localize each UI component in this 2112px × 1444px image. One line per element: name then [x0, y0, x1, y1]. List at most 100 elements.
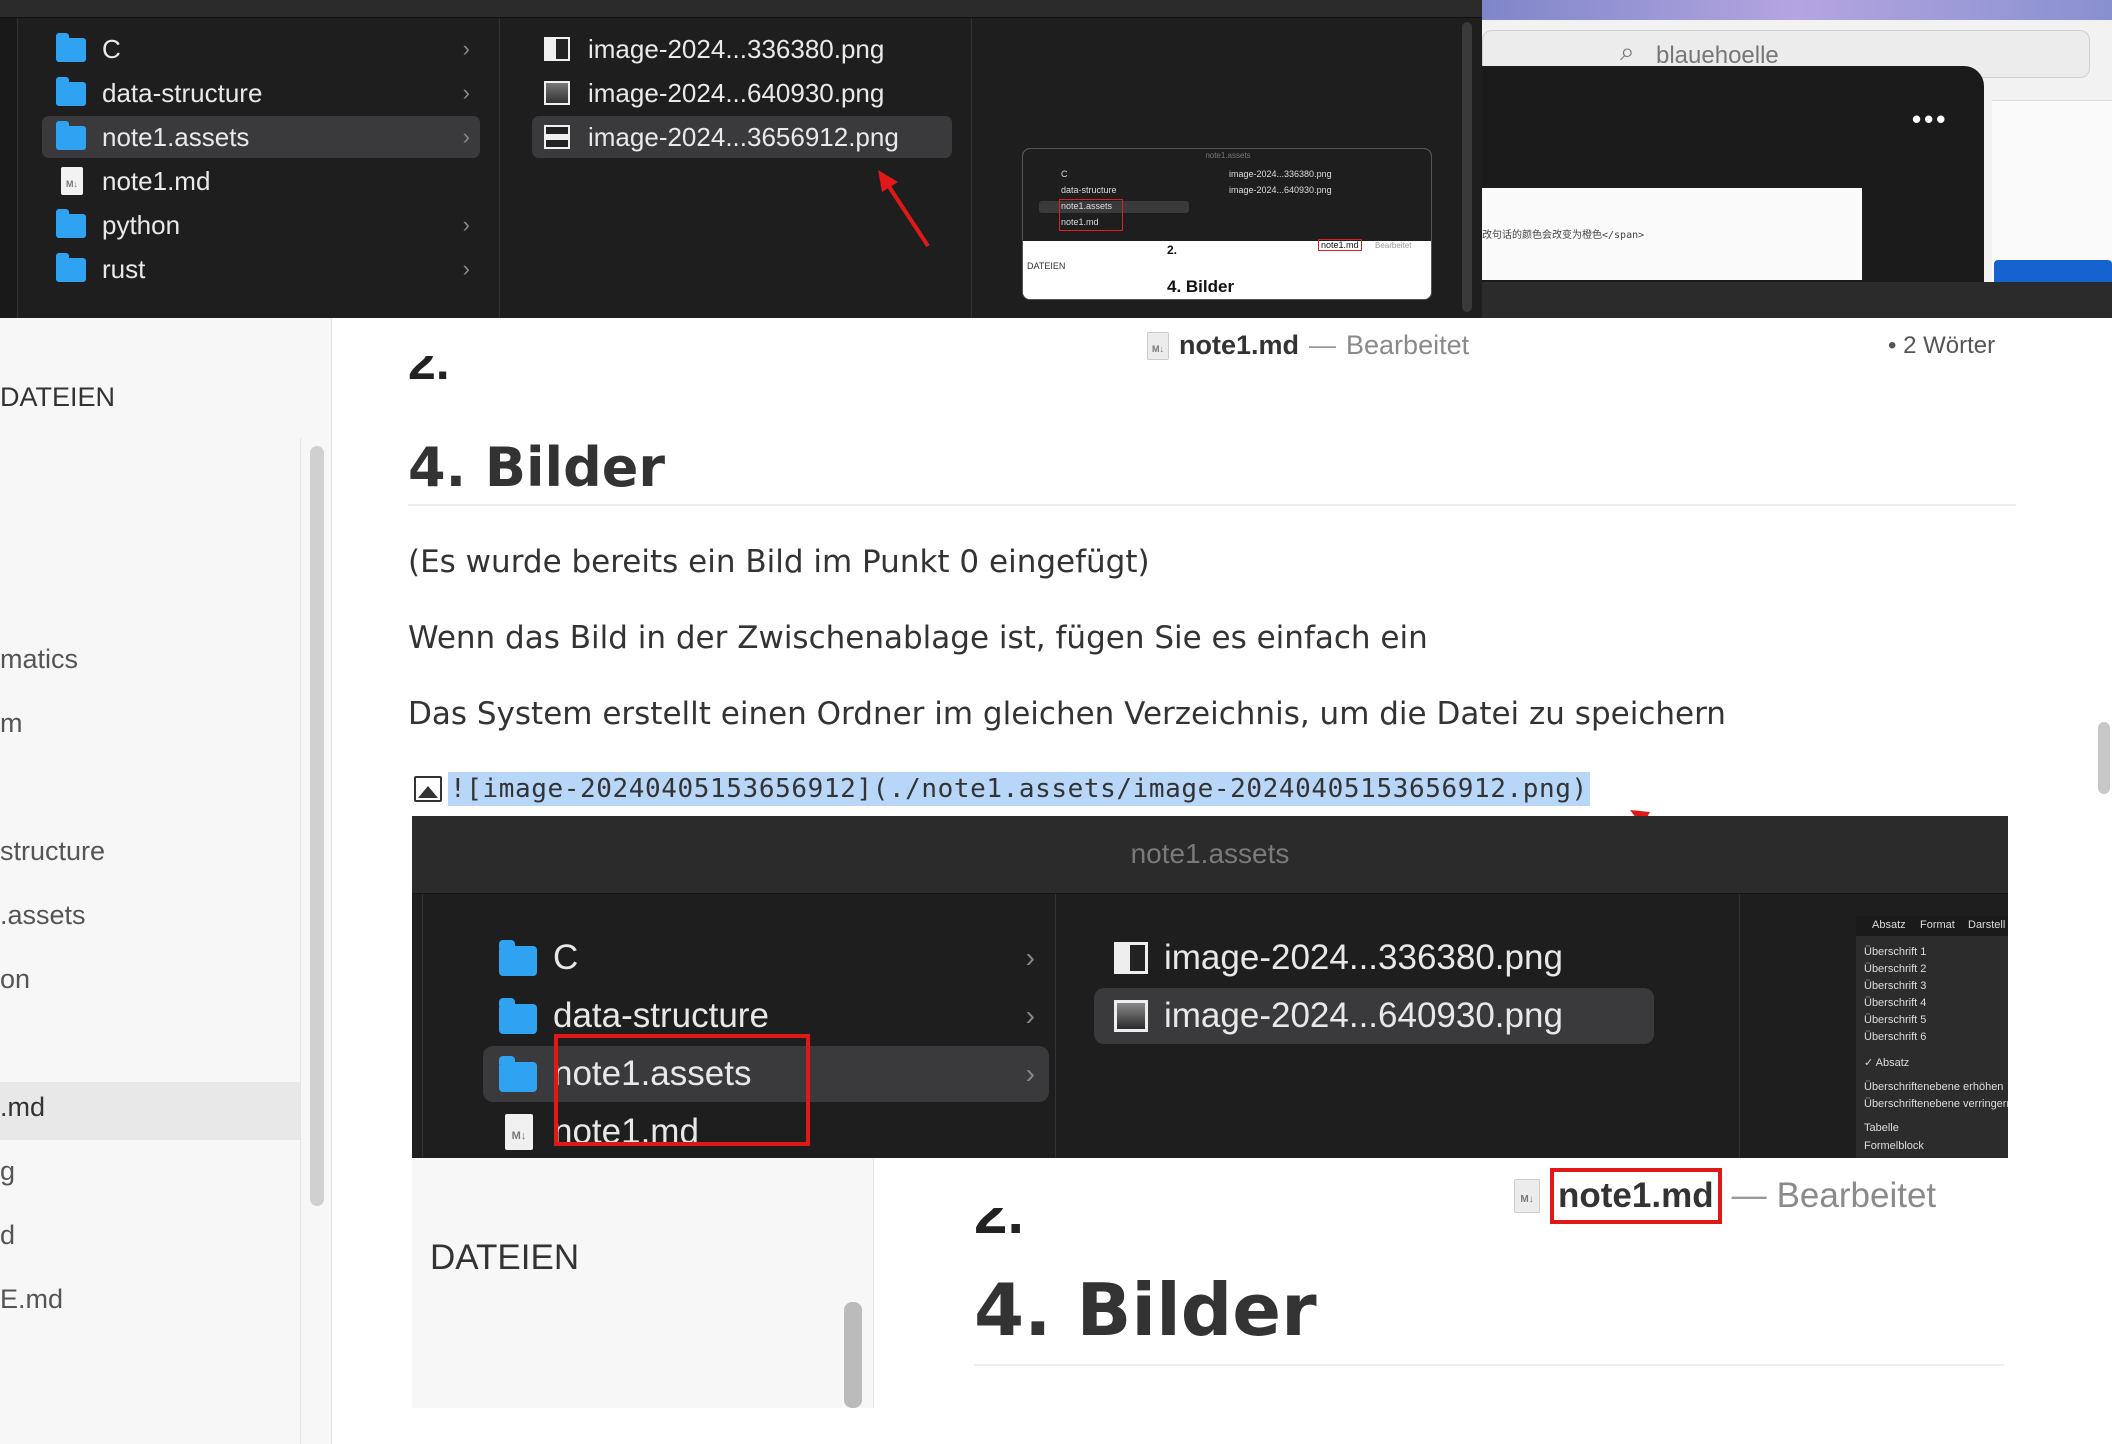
image-icon — [414, 776, 442, 802]
sidebar-item[interactable]: m — [0, 708, 23, 739]
sidebar-scrollbar[interactable] — [310, 446, 324, 1206]
finder-column-files: image-2024...336380.png image-2024...640… — [510, 18, 972, 318]
folder-icon — [499, 940, 539, 976]
finder-row-label: note1.assets — [102, 121, 250, 152]
files-sidebar: DATEIEN matics m structure .assets on .m… — [0, 318, 332, 1444]
folder-icon — [56, 77, 88, 107]
finder-row-c[interactable]: C › — [42, 28, 480, 70]
menu-tab: Format — [1920, 919, 1955, 931]
heading-rule — [408, 504, 2016, 506]
embedded-doc-name: note1.md — [1550, 1168, 1722, 1224]
embedded-heading-partial: 2. — [974, 1208, 1054, 1234]
finder-sidebar-edge — [0, 18, 18, 318]
image-file-icon — [542, 35, 574, 63]
finder-window: C › data-structure › note1.assets › M↓ n… — [0, 0, 1482, 318]
embedded-file-row: image-2024...336380.png — [1094, 930, 1654, 986]
markdown-file-icon: M↓ — [1147, 331, 1169, 360]
folder-icon — [499, 998, 539, 1034]
menu-item: Tabelle — [1864, 1122, 1899, 1134]
folder-icon — [56, 253, 88, 283]
embedded-heading-rule — [974, 1364, 2004, 1366]
finder-file-row-selected[interactable]: image-2024...3656912.png — [532, 116, 952, 158]
sidebar-title: DATEIEN — [0, 382, 116, 412]
embedded-scrollbar — [844, 1302, 862, 1408]
embedded-heading: 4. Bilder — [974, 1268, 1317, 1352]
embedded-context-menu: Absatz Format Darstell Überschrift 1 Übe… — [1856, 916, 2008, 1158]
menu-item: Überschriftenebene erhöhen — [1864, 1081, 2004, 1093]
finder-row-python[interactable]: python › — [42, 204, 480, 246]
sidebar-item[interactable]: d — [0, 1220, 15, 1251]
code-snippet: 改句话的颜色会改变为橙色</span> — [1482, 230, 1645, 241]
word-count[interactable]: • 2 Wörter — [1888, 332, 1995, 360]
heading-partial: 2. — [408, 356, 450, 386]
sidebar-item-active[interactable]: .md — [0, 1092, 45, 1123]
preview-heading-cut: 2. — [1167, 243, 1178, 257]
embedded-row-label: C — [553, 938, 579, 977]
image-file-icon — [1110, 940, 1150, 976]
sidebar-item[interactable]: g — [0, 1156, 15, 1187]
chevron-right-icon: › — [462, 80, 470, 105]
menu-tab: Darstell — [1968, 919, 2006, 931]
background-window: ⌕ blauehoelle ••• 改句话的颜色会改变为橙色</span> — [1482, 0, 2112, 318]
editor-header: M↓ note1.md — Bearbeitet • 2 Wörter — [333, 318, 2112, 376]
embedded-row: C › — [483, 930, 1049, 986]
chevron-right-icon: › — [462, 124, 470, 149]
menu-item: Überschrift 6 — [1864, 1031, 1927, 1043]
embedded-screenshot: note1.assets C › data-structure › note1.… — [412, 816, 2008, 1444]
chevron-right-icon: › — [462, 256, 470, 281]
menu-item: Überschrift 5 — [1864, 1014, 1927, 1026]
finder-row-note1-md[interactable]: M↓ note1.md — [42, 160, 480, 202]
image-markdown-line[interactable]: ![image-20240405153656912](./note1.asset… — [414, 772, 1590, 806]
markdown-file-icon: M↓ — [56, 167, 88, 195]
editor-scrollbar[interactable] — [2098, 722, 2110, 794]
document-name: note1.md — [1179, 330, 1300, 360]
image-file-icon — [542, 123, 574, 151]
finder-row-data-structure[interactable]: data-structure › — [42, 72, 480, 114]
document-title: M↓ note1.md — Bearbeitet — [1147, 330, 1469, 361]
preview-row: C — [1061, 169, 1068, 179]
markdown-file-icon: M↓ — [1514, 1179, 1540, 1213]
sidebar-item[interactable]: .assets — [0, 900, 86, 931]
sidebar-item[interactable]: matics — [0, 644, 78, 675]
finder-row-rust[interactable]: rust › — [42, 248, 480, 290]
paragraph: (Es wurde bereits ein Bild im Punkt 0 ei… — [408, 544, 1150, 580]
sidebar-item[interactable]: on — [0, 964, 30, 995]
embedded-doc-state: Bearbeitet — [1776, 1176, 1937, 1215]
finder-row-label: rust — [102, 253, 146, 284]
wallpaper-strip — [1482, 0, 2112, 20]
finder-row-note1-assets[interactable]: note1.assets › — [42, 116, 480, 158]
sidebar-item[interactable]: E.md — [0, 1284, 63, 1315]
finder-file-label: image-2024...3656912.png — [588, 121, 899, 152]
title-separator: — — [1309, 330, 1337, 360]
finder-row-label: python — [102, 209, 181, 240]
sidebar-item[interactable]: structure — [0, 836, 105, 867]
embedded-file-column: image-2024...336380.png image-2024...640… — [1080, 894, 1740, 1158]
finder-scrollbar[interactable] — [1462, 22, 1472, 312]
preview-row: data-structure — [1061, 185, 1117, 195]
heading-4-bilder: 4. Bilder — [408, 436, 665, 499]
sidebar-divider — [300, 438, 301, 1444]
finder-file-row[interactable]: image-2024...336380.png — [532, 28, 952, 70]
finder-file-row[interactable]: image-2024...640930.png — [532, 72, 952, 114]
preview-file: image-2024...640930.png — [1229, 185, 1332, 195]
menu-item: Überschriftenebene verringern — [1864, 1098, 2008, 1110]
red-annotation-box — [554, 1034, 810, 1146]
search-icon: ⌕ — [1620, 36, 1635, 66]
preview-doc-name: note1.md — [1318, 239, 1362, 251]
more-options-icon[interactable]: ••• — [1912, 104, 1948, 135]
menu-item: Überschrift 3 — [1864, 980, 1927, 992]
chevron-right-icon: › — [462, 36, 470, 61]
bottom-bar — [1482, 282, 2112, 318]
chevron-right-icon: › — [462, 212, 470, 237]
finder-row-label: note1.md — [102, 165, 211, 196]
menu-item: Formelblock — [1864, 1140, 1924, 1152]
embedded-file-label: image-2024...336380.png — [1164, 938, 1563, 977]
paragraph: Das System erstellt einen Ordner im glei… — [408, 696, 1726, 732]
menu-item: Überschrift 1 — [1864, 946, 1927, 958]
markdown-file-icon: M↓ — [499, 1114, 539, 1150]
paragraph: Wenn das Bild in der Zwischenablage ist,… — [408, 620, 1428, 656]
folder-icon — [56, 121, 88, 151]
image-markdown-source[interactable]: ![image-20240405153656912](./note1.asset… — [448, 772, 1590, 806]
image-file-icon — [1110, 998, 1150, 1034]
embedded-sidebar — [412, 1158, 874, 1408]
